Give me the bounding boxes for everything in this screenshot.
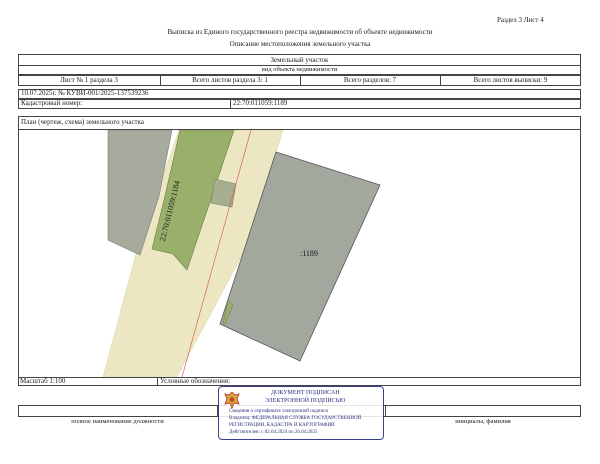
stamp-line-4: Действителен: с 02.04.2024 по 26.04.2025	[229, 430, 318, 435]
position-caption: полное наименование должности	[71, 418, 164, 425]
cadastral-value: 22:70:011059:1189	[233, 99, 288, 107]
stamp-line-1: Сведения о сертификате электронной подпи…	[229, 409, 329, 414]
signature-divider	[385, 405, 386, 417]
object-type: Земельный участок	[270, 56, 329, 64]
document-title: Выписка из Единого государственного реес…	[167, 28, 433, 36]
coat-of-arms-emblem	[224, 391, 240, 410]
stamp-title-2: ЭЛЕКТРОННОЙ ПОДПИСЬЮ	[265, 398, 346, 404]
stamp-line-2: Владелец: ФЕДЕРАЛЬНАЯ СЛУЖБА ГОСУДАРСТВЕ…	[229, 416, 362, 421]
record-date-number: 10.07.2025г. № КУВИ-001/2025-137539236	[21, 89, 149, 97]
scale-label: Масштаб 1:100	[20, 377, 66, 385]
plan-title: План (чертеж, схема) земельного участка	[21, 118, 145, 126]
cadastral-divider	[230, 99, 231, 109]
initials-caption: инициалы, фамилия	[455, 418, 511, 425]
legend-divider	[157, 377, 158, 386]
section-sheet-label: Раздел 3 Лист 4	[497, 16, 544, 24]
cadastral-row	[18, 99, 581, 109]
label-parcel-1189: :1189	[300, 249, 318, 258]
document-subtitle: Описание местоположения земельного участ…	[229, 40, 371, 48]
cadastral-label: Кадастровый номер:	[21, 99, 83, 107]
legend-row	[18, 377, 581, 386]
sheet-number: Лист № 1 раздела 3	[60, 76, 118, 84]
total-sheets-section: Всего листов раздела 3: 1	[192, 76, 268, 84]
electronic-signature-stamp: ДОКУМЕНТ ПОДПИСАН ЭЛЕКТРОННОЙ ПОДПИСЬЮ С…	[218, 386, 384, 440]
total-sheets: Всего листов выписки: 9	[473, 76, 548, 84]
stamp-title-1: ДОКУМЕНТ ПОДПИСАН	[271, 390, 340, 396]
legend-label: Условные обозначения:	[160, 377, 231, 385]
stamp-line-3: РЕГИСТРАЦИИ, КАДАСТРА И КАРТОГРАФИИ	[229, 423, 335, 428]
building-square	[210, 178, 237, 208]
total-sections: Всего разделов: 7	[343, 76, 397, 84]
object-type-caption: вид объекта недвижимости	[261, 66, 338, 73]
